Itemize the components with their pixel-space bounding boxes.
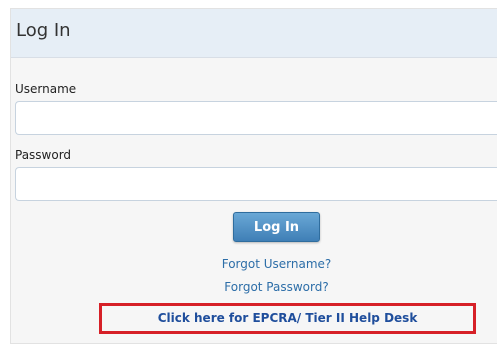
username-field[interactable] xyxy=(15,101,497,135)
username-label: Username xyxy=(15,82,77,96)
panel-header: Log In xyxy=(11,9,497,58)
forgot-username-link[interactable]: Forgot Username? xyxy=(200,257,353,271)
login-button[interactable]: Log In xyxy=(233,212,320,242)
password-label: Password xyxy=(15,148,72,162)
page-title: Log In xyxy=(16,20,71,41)
forgot-password-link[interactable]: Forgot Password? xyxy=(200,280,353,294)
helpdesk-highlight-box: Click here for EPCRA/ Tier II Help Desk xyxy=(99,303,476,334)
password-field[interactable] xyxy=(15,167,497,201)
helpdesk-link[interactable]: Click here for EPCRA/ Tier II Help Desk xyxy=(102,311,473,325)
